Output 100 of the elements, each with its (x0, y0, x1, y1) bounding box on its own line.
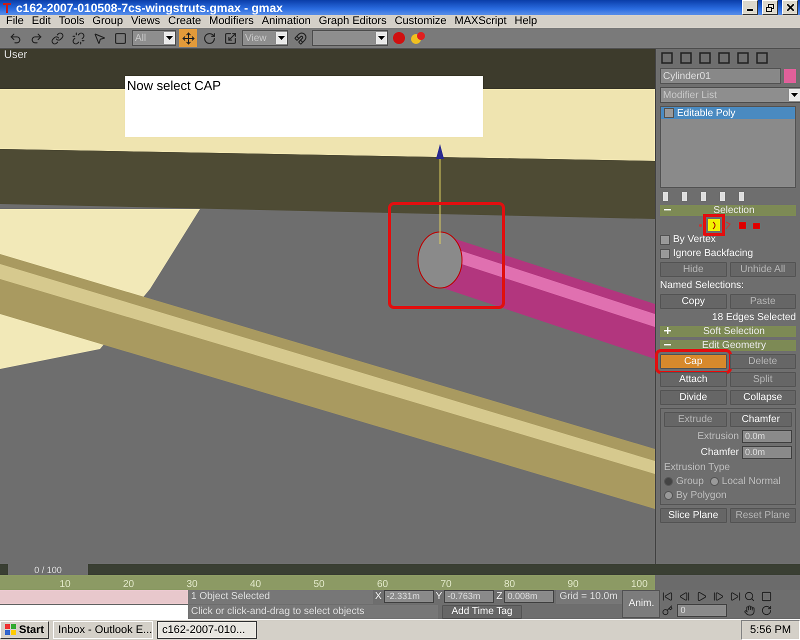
menu-item[interactable]: Modifiers (205, 15, 258, 28)
prompt-text: Click or click-and-drag to select objects (188, 604, 438, 619)
window-title: c162-2007-010508-7cs-wingstruts.gmax - gmax (16, 0, 284, 14)
rollout-header[interactable]: Edit Geometry (660, 340, 796, 352)
expand-icon[interactable] (664, 327, 671, 334)
y-label: Y (436, 591, 442, 602)
ruler-tick-label: 90 (568, 578, 579, 590)
edge-mode-icon[interactable] (708, 219, 720, 232)
spinner-field[interactable]: 0.0m (742, 446, 792, 460)
app-icon (2, 2, 12, 14)
ruler-tick-label: 80 (504, 578, 516, 590)
grid-size-text: Grid = 10.0m (556, 590, 622, 604)
radio-label: Group (676, 476, 704, 488)
ruler-tick-label: 70 (440, 578, 452, 590)
panel-button[interactable]: Chamfer (730, 412, 792, 428)
selection-status-text: 1 Object Selected (188, 590, 373, 604)
zoom-all-icon[interactable] (759, 590, 774, 603)
panel-button[interactable]: Copy (660, 294, 726, 310)
radio-button[interactable] (664, 477, 673, 486)
object-color-swatch[interactable] (784, 69, 796, 84)
spinner-label: Extrusion (697, 431, 739, 442)
close-icon[interactable] (786, 4, 794, 11)
radio-button[interactable] (710, 477, 719, 486)
materials-icon (410, 31, 426, 46)
menu-item[interactable]: Group (88, 15, 127, 28)
panel-button[interactable]: Collapse (730, 390, 796, 406)
radio-button[interactable] (664, 491, 673, 500)
render-teapot-icon (391, 31, 407, 46)
ruler-tick-label: 10 (60, 578, 71, 590)
z-coordinate-field[interactable]: 0.008m (504, 590, 554, 604)
collapse-icon[interactable] (664, 206, 671, 214)
clock: 5:56 PM (741, 620, 800, 640)
taskbar-button[interactable]: Inbox - Outlook E... (53, 620, 154, 639)
previous-frame-icon[interactable] (677, 590, 692, 603)
orbit-icon[interactable] (759, 604, 774, 617)
rollout-header[interactable]: Soft Selection (660, 326, 796, 338)
minimize-button[interactable] (742, 0, 758, 15)
checkbox-label: Ignore Backfacing (673, 248, 754, 260)
checkbox-label: By Vertex (673, 234, 716, 246)
go-to-end-icon[interactable] (728, 590, 742, 603)
move-icon[interactable] (179, 29, 197, 48)
menu-item[interactable]: Views (126, 15, 164, 28)
time-slider-thumb[interactable]: 0 / 100 (8, 564, 88, 576)
spinner-label: Chamfer (700, 447, 739, 458)
collapse-icon[interactable] (664, 341, 671, 348)
viewport-label[interactable]: User (4, 49, 28, 62)
maxscript-input-field[interactable] (0, 604, 188, 619)
timeline-ruler[interactable]: 10 20 30 40 50 60 70 80 90 100 (0, 575, 655, 590)
windows-logo-icon (5, 624, 17, 636)
go-to-start-icon[interactable] (660, 590, 674, 603)
x-label: X (375, 591, 382, 602)
checkbox[interactable] (660, 248, 670, 259)
x-coordinate-field[interactable]: -2.331m (384, 590, 434, 604)
next-frame-icon[interactable] (711, 590, 726, 603)
radio-label: Local Normal (722, 476, 781, 488)
ruler-tick-label: 40 (250, 578, 262, 590)
menu-item[interactable]: Create (164, 15, 206, 28)
panel-button[interactable]: Attach (660, 372, 726, 388)
add-time-tag-button[interactable]: Add Time Tag (442, 604, 522, 619)
extrusion-type-label: Extrusion Type (664, 462, 731, 474)
y-coordinate-field[interactable]: -0.763m (444, 590, 494, 604)
ruler-tick-label: 100 (631, 578, 648, 590)
ruler-tick-label: 60 (377, 578, 388, 590)
ruler-tick-label: 30 (186, 578, 198, 590)
object-name-field[interactable]: Cylinder01 (660, 68, 781, 84)
menu-item[interactable]: Tools (54, 15, 88, 28)
close-button[interactable] (782, 0, 798, 15)
pan-icon[interactable] (742, 604, 756, 617)
z-label: Z (496, 591, 502, 602)
menu-item[interactable]: Customize (390, 15, 451, 28)
rollout-header[interactable]: Selection (660, 205, 796, 216)
named-selection-dropdown[interactable] (312, 30, 388, 46)
selection-status: 18 Edges Selected (712, 312, 796, 324)
menu-item[interactable]: Graph Editors (314, 15, 391, 28)
named-selections-label: Named Selections: (660, 280, 745, 292)
menu-item[interactable]: File (2, 15, 28, 28)
frame-field[interactable]: 0 (677, 604, 728, 617)
panel-button[interactable]: Divide (660, 390, 726, 406)
menu-item[interactable]: Animation (258, 15, 315, 28)
ruler-tick-label: 50 (314, 578, 325, 590)
taskbar-button[interactable]: c162-2007-010... (157, 620, 258, 639)
stack-item[interactable]: Editable Poly (661, 107, 795, 120)
restore-icon[interactable] (766, 4, 774, 12)
start-button[interactable]: Start (0, 620, 50, 639)
restore-button[interactable] (762, 0, 778, 15)
ruler-tick-label: 20 (123, 578, 134, 590)
animate-button[interactable]: Anim. (622, 590, 660, 618)
zoom-icon[interactable] (742, 590, 756, 603)
key-icon[interactable] (660, 604, 674, 617)
maxscript-listener-field[interactable] (0, 590, 188, 604)
menu-item[interactable]: MAXScript (450, 15, 511, 28)
menu-item[interactable]: Help (510, 15, 542, 28)
checkbox[interactable] (660, 234, 670, 245)
modifier-icon[interactable] (664, 108, 674, 118)
instruction-note: Now select CAP (125, 76, 483, 138)
selection-filter-dropdown[interactable]: All (132, 30, 176, 46)
reference-coordinate-dropdown[interactable]: View (242, 30, 288, 46)
panel-button[interactable]: Slice Plane (660, 508, 726, 524)
menu-item[interactable]: Edit (28, 15, 55, 28)
modifier-list-dropdown[interactable]: Modifier List (660, 87, 800, 104)
